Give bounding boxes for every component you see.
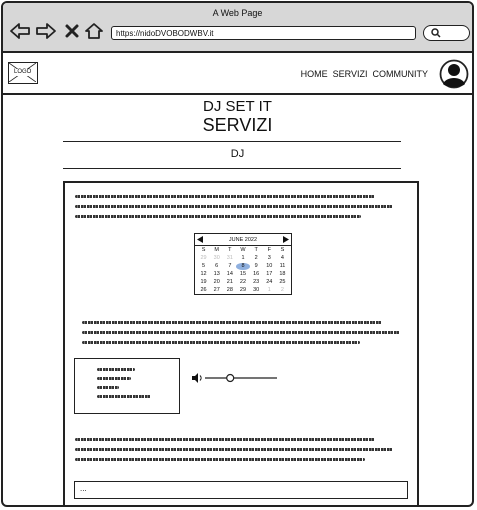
calendar-weekday: S (280, 247, 285, 253)
calendar-day[interactable]: 28 (223, 287, 236, 294)
list-item (97, 386, 119, 389)
list-item (97, 368, 135, 371)
search-button[interactable] (423, 25, 470, 41)
calendar-day[interactable]: 4 (276, 255, 289, 262)
nav-community[interactable]: COMMUNITY (373, 69, 429, 79)
calendar-grid: S M T W T F S 29 30 31 1 2 3 4 5 6 7 8 9 10 11 12 13 14 15 16 17 18… (195, 246, 291, 294)
calendar-day[interactable]: 30 (250, 287, 263, 294)
text-line (82, 341, 360, 344)
calendar-day-selected[interactable]: 8 (236, 263, 250, 270)
calendar-day[interactable]: 9 (250, 263, 263, 270)
calendar-day[interactable]: 1 (236, 255, 249, 262)
calendar-day[interactable]: 31 (223, 255, 236, 262)
calendar-day[interactable]: 17 (263, 271, 276, 278)
search-icon (431, 28, 439, 36)
calendar-day[interactable]: 23 (250, 279, 263, 286)
calendar-header: JUNE 2022 (195, 234, 291, 246)
text-block-2 (82, 321, 408, 351)
calendar-weekday: T (254, 247, 258, 253)
calendar-day[interactable]: 2 (276, 287, 289, 294)
close-x-icon[interactable] (61, 21, 83, 41)
audio-player[interactable] (191, 371, 281, 383)
main-nav: HOME SERVIZI COMMUNITY (301, 69, 428, 79)
text-line (75, 195, 375, 198)
page-title: SERVIZI (202, 115, 273, 135)
calendar-day[interactable]: 27 (210, 287, 223, 294)
calendar-day[interactable]: 25 (276, 279, 289, 286)
calendar-day[interactable]: 11 (276, 263, 289, 270)
text-line (82, 321, 382, 324)
calendar-day[interactable]: 2 (250, 255, 263, 262)
user-avatar-icon[interactable] (439, 59, 469, 89)
content-panel: JUNE 2022 S M T W T F S 29 30 31 1 2 3 4 5 6 7 8 9 10 11 12 13… (63, 181, 419, 505)
feature-list-box (74, 358, 180, 414)
calendar-day[interactable]: 15 (236, 271, 249, 278)
text-line (75, 205, 393, 208)
text-block-1 (75, 195, 401, 225)
calendar-day[interactable]: 14 (223, 271, 236, 278)
text-line (82, 331, 400, 334)
calendar[interactable]: JUNE 2022 S M T W T F S 29 30 31 1 2 3 4 5 6 7 8 9 10 11 12 13… (194, 233, 292, 295)
calendar-day[interactable]: 3 (263, 255, 276, 262)
site-title: DJ SET IT (203, 98, 272, 115)
calendar-weekday: T (228, 247, 232, 253)
list-item (97, 377, 131, 380)
calendar-day[interactable]: 5 (197, 263, 210, 270)
calendar-day[interactable]: 22 (236, 279, 249, 286)
calendar-weekday: F (267, 247, 271, 253)
calendar-day[interactable]: 18 (276, 271, 289, 278)
browser-window: A Web Page https://nidoDVOBODWBV.it LOGO… (1, 1, 474, 507)
prev-month-icon[interactable] (197, 236, 203, 243)
calendar-month: JUNE 2022 (228, 236, 258, 243)
calendar-day[interactable]: 16 (250, 271, 263, 278)
calendar-day[interactable]: 20 (210, 279, 223, 286)
calendar-day[interactable]: 29 (236, 287, 249, 294)
text-input[interactable]: ... (74, 481, 408, 499)
calendar-day[interactable]: 6 (210, 263, 223, 270)
calendar-day[interactable]: 12 (197, 271, 210, 278)
next-month-icon[interactable] (282, 236, 289, 243)
speaker-icon (192, 373, 202, 383)
text-line (75, 448, 393, 451)
forward-arrow-icon[interactable] (35, 21, 57, 41)
divider-bottom (63, 168, 401, 169)
calendar-weekday: M (214, 247, 219, 253)
calendar-day[interactable]: 29 (197, 255, 210, 262)
nav-home[interactable]: HOME (301, 69, 328, 79)
calendar-weekday: W (240, 247, 246, 253)
divider-top (63, 141, 401, 142)
browser-toolbar: A Web Page https://nidoDVOBODWBV.it (3, 3, 472, 53)
calendar-day[interactable]: 13 (210, 271, 223, 278)
text-line (75, 215, 361, 218)
section-title: DJ (230, 148, 245, 160)
logo[interactable]: LOGO (8, 62, 38, 84)
calendar-day[interactable]: 26 (197, 287, 210, 294)
calendar-day[interactable]: 30 (210, 255, 223, 262)
back-arrow-icon[interactable] (9, 21, 31, 41)
nav-servizi[interactable]: SERVIZI (333, 69, 368, 79)
calendar-day[interactable]: 1 (263, 287, 276, 294)
home-icon[interactable] (83, 21, 105, 41)
calendar-day[interactable]: 24 (263, 279, 276, 286)
calendar-day[interactable]: 19 (197, 279, 210, 286)
text-line (75, 458, 365, 461)
list-item (97, 395, 151, 398)
window-title: A Web Page (212, 8, 263, 18)
logo-text: LOGO (14, 69, 32, 75)
url-bar[interactable]: https://nidoDVOBODWBV.it (111, 26, 416, 40)
site-header: LOGO HOME SERVIZI COMMUNITY (3, 53, 472, 95)
calendar-day[interactable]: 7 (223, 263, 236, 270)
calendar-day[interactable]: 10 (263, 263, 276, 270)
text-line (75, 438, 375, 441)
audio-slider-knob (226, 373, 235, 383)
calendar-weekday: S (201, 247, 206, 253)
text-block-3 (75, 438, 401, 468)
calendar-day[interactable]: 21 (223, 279, 236, 286)
